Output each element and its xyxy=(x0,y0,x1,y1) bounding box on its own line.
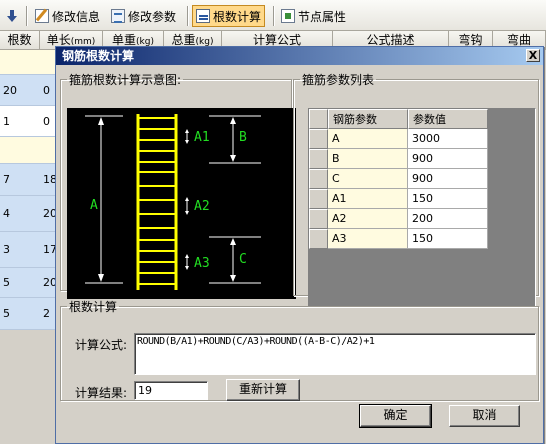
grid-row-count[interactable]: 5 xyxy=(0,298,40,330)
col-unit-weight-label: 单重 xyxy=(112,33,137,47)
param-value-cell[interactable]: 200 xyxy=(408,209,488,229)
param-name-cell[interactable]: B xyxy=(328,149,408,169)
param-name-cell[interactable]: A2 xyxy=(328,209,408,229)
node-props-button[interactable]: 节点属性 xyxy=(278,5,349,27)
col-formula-label: 计算公式 xyxy=(252,33,301,47)
rebar-count-dialog: 钢筋根数计算 X 箍筋根数计算示意图: A A1 B A2 A3 C 箍筋参数列… xyxy=(55,46,544,444)
col-count[interactable]: 根数 xyxy=(0,31,40,50)
dialog-titlebar[interactable]: 钢筋根数计算 X xyxy=(56,47,543,65)
node-icon xyxy=(281,9,295,23)
result-field[interactable]: 19 xyxy=(134,381,208,400)
param-row[interactable]: A1 150 xyxy=(309,189,488,209)
diagram-group-label: 箍筋根数计算示意图: xyxy=(69,73,182,87)
row-selector[interactable] xyxy=(309,189,328,209)
param-value-cell[interactable]: 150 xyxy=(408,189,488,209)
edit-info-button[interactable]: 修改信息 xyxy=(32,5,103,27)
row-selector[interactable] xyxy=(309,169,328,189)
param-name-cell[interactable]: C xyxy=(328,169,408,189)
stirrup-diagram-graphic xyxy=(85,114,261,290)
grid-row-count[interactable]: 3 xyxy=(0,232,40,268)
grid-row-count[interactable]: 5 xyxy=(0,268,40,298)
toolbar-separator xyxy=(273,6,274,26)
count-calc-label: 根数计算 xyxy=(213,9,262,24)
toolbar: 修改信息 修改参数 根数计算 节点属性 xyxy=(0,0,546,31)
param-row[interactable]: B 900 xyxy=(309,149,488,169)
edit-info-label: 修改信息 xyxy=(52,9,101,24)
close-icon: X xyxy=(528,49,538,62)
param-group: 箍筋参数列表 钢筋参数 参数值 A 3000 B 900 C 900 A1 150 A2 200 A… xyxy=(293,71,539,307)
calculator-icon xyxy=(196,9,210,23)
edit-params-button[interactable]: 修改参数 xyxy=(108,5,179,27)
diagram-group: 箍筋根数计算示意图: A A1 B A2 A3 C xyxy=(60,71,296,299)
param-value-cell[interactable]: 3000 xyxy=(408,129,488,149)
grid-row-count[interactable]: 1 xyxy=(0,106,40,137)
recalc-button[interactable]: 重新计算 xyxy=(226,379,300,401)
row-selector-header[interactable] xyxy=(309,109,328,129)
col-bend-label: 弯曲 xyxy=(506,33,531,47)
formula-input[interactable]: ROUND(B/A1)+ROUND(C/A3)+ROUND((A-B-C)/A2… xyxy=(134,333,536,375)
edit-params-label: 修改参数 xyxy=(128,9,177,24)
move-down-button[interactable] xyxy=(3,5,23,27)
param-row[interactable]: A2 200 xyxy=(309,209,488,229)
param-row[interactable]: A3 150 xyxy=(309,229,488,249)
param-name-cell[interactable]: A xyxy=(328,129,408,149)
param-table-grid: 钢筋参数 参数值 A 3000 B 900 C 900 A1 150 A2 200 A3 150 xyxy=(309,109,488,249)
param-value-cell[interactable]: 150 xyxy=(408,229,488,249)
param-group-label: 箍筋参数列表 xyxy=(302,73,375,87)
param-name-header[interactable]: 钢筋参数 xyxy=(328,109,408,129)
ok-button[interactable]: 确定 xyxy=(359,404,432,428)
result-label: 计算结果: xyxy=(75,386,128,400)
calc-group: 根数计算 计算公式: ROUND(B/A1)+ROUND(C/A3)+ROUND… xyxy=(60,298,539,401)
cancel-button[interactable]: 取消 xyxy=(449,405,520,427)
stirrup-diagram: A A1 B A2 A3 C xyxy=(67,108,296,299)
dim-label-a3: A3 xyxy=(194,256,210,271)
row-selector[interactable] xyxy=(309,229,328,249)
stirrup-rungs xyxy=(138,117,176,285)
param-name-cell[interactable]: A3 xyxy=(328,229,408,249)
edit-icon xyxy=(35,9,49,23)
param-row[interactable]: C 900 xyxy=(309,169,488,189)
col-total-weight-label: 总重 xyxy=(171,33,196,47)
grid-row-count[interactable] xyxy=(0,50,40,75)
col-count-label: 根数 xyxy=(7,33,32,47)
row-selector[interactable] xyxy=(309,129,328,149)
dim-label-a1: A1 xyxy=(194,130,210,145)
toolbar-separator xyxy=(187,6,188,26)
grid-row-count[interactable]: 7 xyxy=(0,164,40,196)
col-hook-label: 弯钩 xyxy=(458,33,483,47)
row-selector[interactable] xyxy=(309,149,328,169)
grid-row-count[interactable] xyxy=(0,137,40,164)
param-table: 钢筋参数 参数值 A 3000 B 900 C 900 A1 150 A2 200 A3 150 xyxy=(308,108,536,307)
params-icon xyxy=(111,9,125,23)
col-description-label: 公式描述 xyxy=(366,33,415,47)
grid-row-count[interactable]: 20 xyxy=(0,75,40,106)
dim-label-b: B xyxy=(239,130,247,145)
calc-group-label: 根数计算 xyxy=(69,300,118,314)
formula-label: 计算公式: xyxy=(75,338,128,352)
param-value-header[interactable]: 参数值 xyxy=(408,109,488,129)
dim-label-a2: A2 xyxy=(194,199,210,214)
grid-row-count[interactable]: 4 xyxy=(0,196,40,232)
arrow-down-icon xyxy=(6,9,20,23)
count-calc-button[interactable]: 根数计算 xyxy=(192,5,266,27)
param-value-cell[interactable]: 900 xyxy=(408,149,488,169)
row-selector[interactable] xyxy=(309,209,328,229)
node-props-label: 节点属性 xyxy=(298,9,347,24)
param-name-cell[interactable]: A1 xyxy=(328,189,408,209)
param-row[interactable]: A 3000 xyxy=(309,129,488,149)
close-button[interactable]: X xyxy=(526,49,540,62)
param-value-cell[interactable]: 900 xyxy=(408,169,488,189)
param-table-header: 钢筋参数 参数值 xyxy=(309,109,488,129)
dim-label-a: A xyxy=(90,198,98,213)
dialog-title: 钢筋根数计算 xyxy=(62,49,135,63)
toolbar-separator xyxy=(26,6,27,26)
dim-label-c: C xyxy=(239,252,247,267)
col-length-label: 单长 xyxy=(46,33,71,47)
